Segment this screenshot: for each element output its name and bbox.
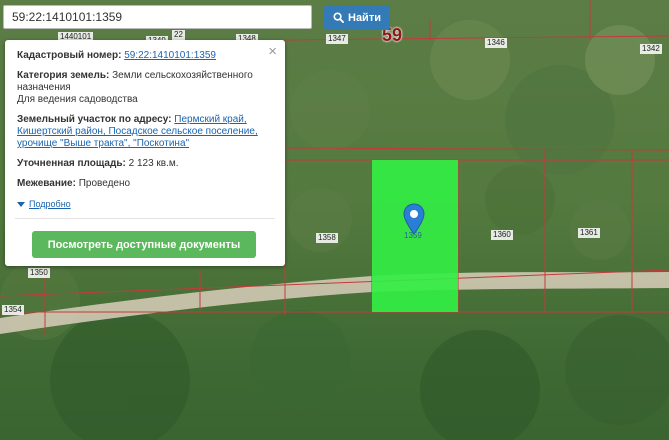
cadastral-number-row: Кадастровый номер: 59:22:1410101:1359 [17, 50, 273, 62]
search-button-label: Найти [348, 11, 381, 24]
search-input[interactable] [3, 5, 312, 29]
parcel-label[interactable]: 1354 [2, 305, 24, 315]
land-category-row: Категория земель: Земли сельскохозяйстве… [17, 70, 273, 106]
land-category-label: Категория земель: [17, 70, 110, 81]
search-icon [333, 12, 344, 23]
parcel-label-partial[interactable]: 22 [172, 30, 185, 40]
parcel-label-partial[interactable]: 1350 [28, 268, 50, 278]
cadastral-number-link[interactable]: 59:22:1410101:1359 [124, 50, 216, 61]
close-icon[interactable]: × [268, 44, 277, 59]
parcel-label[interactable]: 1361 [578, 228, 600, 238]
parcel-label[interactable]: 1347 [326, 34, 348, 44]
popup-divider [15, 218, 275, 219]
survey-value: Проведено [78, 178, 131, 189]
view-documents-button[interactable]: Посмотреть доступные документы [32, 231, 256, 258]
details-toggle[interactable]: Подробно [17, 198, 273, 210]
area-row: Уточненная площадь: 2 123 кв.м. [17, 158, 273, 170]
survey-label: Межевание: [17, 178, 76, 189]
search-button[interactable]: Найти [324, 5, 390, 30]
chevron-down-icon [17, 201, 25, 207]
parcel-label[interactable]: 1358 [316, 233, 338, 243]
parcel-label[interactable]: 1360 [491, 230, 513, 240]
area-label: Уточненная площадь: [17, 158, 126, 169]
land-usage-value: Для ведения садоводства [17, 94, 138, 105]
map-pin-icon[interactable] [403, 203, 425, 235]
parcel-label[interactable]: 1342 [640, 44, 662, 54]
parcel-label[interactable]: 1346 [485, 38, 507, 48]
address-label: Земельный участок по адресу: [17, 114, 172, 125]
cadastral-number-label: Кадастровый номер: [17, 50, 122, 61]
area-value: 2 123 кв.м. [128, 158, 179, 169]
details-link[interactable]: Подробно [29, 198, 71, 210]
address-row: Земельный участок по адресу: Пермский кр… [17, 114, 273, 150]
survey-row: Межевание: Проведено [17, 178, 273, 190]
parcel-info-popup: × Кадастровый номер: 59:22:1410101:1359 … [5, 40, 285, 266]
